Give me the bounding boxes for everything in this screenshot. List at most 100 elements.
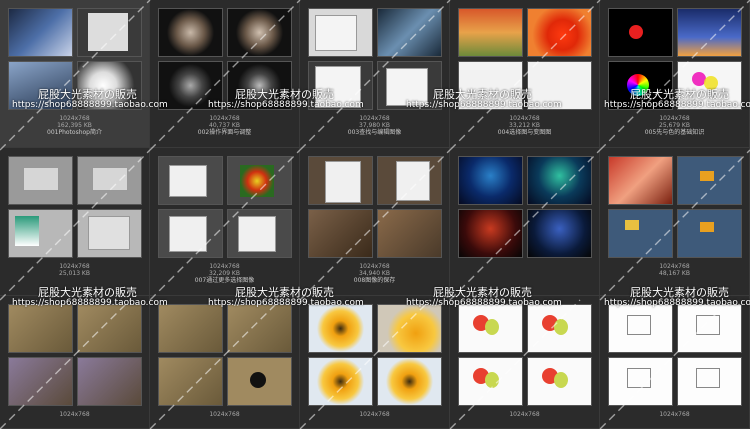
thumb [458,304,523,353]
thumb [308,61,373,110]
file-name[interactable]: 007通过更多选择图像 [150,277,299,284]
thumb [458,61,523,110]
thumb [527,304,592,353]
thumb [377,209,442,258]
thumb [308,357,373,406]
video-item[interactable]: 1024x768 [300,296,450,429]
thumb [77,209,142,258]
thumb [458,357,523,406]
preview-thumbnails [8,304,142,406]
video-item[interactable]: 1024x768 48,167 KB [600,148,750,296]
video-item[interactable]: 1024x768 25,679 KB 005先与色的基础知识 [600,0,750,148]
thumb [77,61,142,110]
thumb [308,8,373,57]
thumb [527,156,592,205]
thumb [308,156,373,205]
preview-thumbnails [8,156,142,258]
video-item[interactable]: 1024x768 37,980 KB 003查找与编辑图像 [300,0,450,148]
thumb [677,156,742,205]
video-item[interactable] [450,148,600,296]
thumb [377,61,442,110]
thumb [8,8,73,57]
file-size: 34,940 KB [359,270,390,277]
thumb [158,304,223,353]
thumb [77,8,142,57]
preview-thumbnails [458,304,592,406]
file-size: 25,013 KB [59,270,90,277]
thumb [227,357,292,406]
thumb [527,8,592,57]
video-item[interactable]: 1024x768 [600,296,750,429]
video-item[interactable]: 1024x768 [450,296,600,429]
thumb [8,209,73,258]
preview-thumbnails [308,304,442,406]
thumb [608,209,673,258]
thumb [677,8,742,57]
thumb [377,304,442,353]
preview-thumbnails [158,8,292,110]
image-size: 1024x768 [659,411,690,418]
preview-thumbnails [608,8,742,110]
thumb [458,209,523,258]
image-size: 1024x768 [359,115,390,122]
video-item[interactable]: 1024x768 [150,296,300,429]
file-size: 40,737 KB [209,122,240,129]
file-size: 33,212 KB [509,122,540,129]
thumb [227,209,292,258]
preview-thumbnails [158,304,292,406]
file-size: 25,679 KB [659,122,690,129]
video-item[interactable]: 1024x768 34,940 KB 008图像的保存 [300,148,450,296]
preview-thumbnails [8,8,142,110]
thumb [77,304,142,353]
thumb [458,156,523,205]
file-size: 48,167 KB [659,270,690,277]
preview-thumbnails [458,156,592,258]
thumb [377,8,442,57]
thumb [8,304,73,353]
image-size: 1024x768 [509,411,540,418]
thumb [308,304,373,353]
file-name[interactable]: 001Photoshop简介 [0,129,149,136]
video-item[interactable]: 1024x768 [0,296,150,429]
thumb [227,61,292,110]
image-size: 1024x768 [359,411,390,418]
thumb [8,357,73,406]
file-size: 37,980 KB [359,122,390,129]
thumb [8,61,73,110]
thumb [677,209,742,258]
video-item[interactable]: 1024x768 162,395 KB 001Photoshop简介 [0,0,150,148]
thumb [677,357,742,406]
preview-thumbnails [608,304,742,406]
video-item[interactable]: 1024x768 32,209 KB 007通过更多选择图像 [150,148,300,296]
thumb [677,61,742,110]
thumb [308,209,373,258]
image-size: 1024x768 [659,263,690,270]
thumb [77,357,142,406]
video-item[interactable]: 1024x768 33,212 KB 004选择图与变图图 [450,0,600,148]
file-name[interactable]: 002操作界面与调整 [150,129,299,136]
thumb [158,61,223,110]
file-name[interactable]: 005先与色的基础知识 [600,129,749,136]
image-size: 1024x768 [209,411,240,418]
thumb [608,61,673,110]
file-name[interactable]: 003查找与编辑图像 [300,129,449,136]
image-size: 1024x768 [509,115,540,122]
preview-thumbnails [308,8,442,110]
image-size: 1024x768 [359,263,390,270]
video-item[interactable]: 1024x768 40,737 KB 002操作界面与调整 [150,0,300,148]
thumb [527,357,592,406]
thumbnail-grid: 1024x768 162,395 KB 001Photoshop简介 1024x76… [0,0,750,429]
thumb [527,209,592,258]
file-name[interactable]: 008图像的保存 [300,277,449,284]
file-name[interactable]: 004选择图与变图图 [450,129,599,136]
image-size: 1024x768 [209,115,240,122]
image-size: 1024x768 [59,263,90,270]
thumb [77,156,142,205]
thumb [608,357,673,406]
file-size: 32,209 KB [209,270,240,277]
preview-thumbnails [308,156,442,258]
thumb [158,156,223,205]
thumb [527,61,592,110]
video-item[interactable]: 1024x768 25,013 KB [0,148,150,296]
thumb [227,304,292,353]
